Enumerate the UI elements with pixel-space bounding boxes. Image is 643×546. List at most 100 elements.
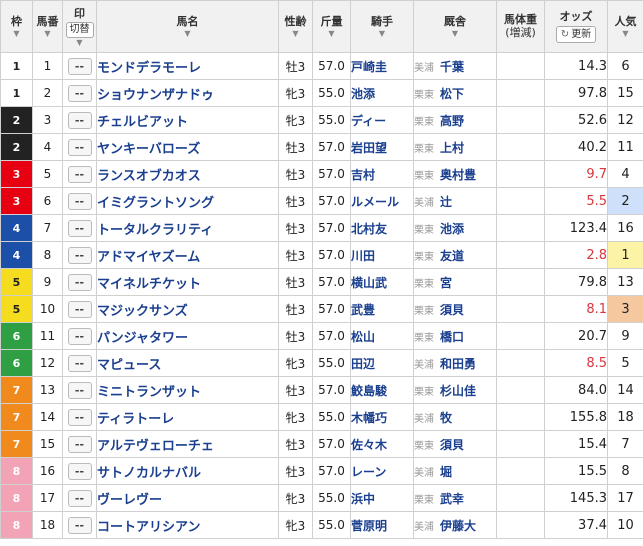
horse-name-link[interactable]: サトノカルナバル (96, 457, 279, 485)
horse-name-link[interactable]: ショウナンザナドゥ (96, 79, 279, 107)
trainer-link[interactable]: 橋口 (440, 330, 464, 344)
trainer-link[interactable]: 須貝 (440, 438, 464, 452)
mark-select-button[interactable]: -- (67, 192, 92, 210)
horse-name-link[interactable]: モンドデラモーレ (96, 52, 279, 80)
jockey-link[interactable]: 松山 (350, 322, 414, 350)
trainer-link[interactable]: 須貝 (440, 303, 464, 317)
jockey-link[interactable]: 北村友 (350, 214, 414, 242)
trainer-link[interactable]: 伊藤大 (440, 519, 476, 533)
mark-toggle-button[interactable]: 切替 (65, 21, 94, 38)
jockey-link[interactable]: 戸崎圭 (350, 52, 414, 80)
horse-name-link[interactable]: ミニトランザット (96, 376, 279, 404)
jockey-link[interactable]: 菅原明 (350, 511, 414, 539)
jockey-link[interactable]: 武豊 (350, 295, 414, 323)
refresh-button[interactable]: ↻ 更新 (555, 26, 597, 43)
trainer-link[interactable]: 上村 (440, 141, 464, 155)
horse-name-link[interactable]: チェルビアット (96, 106, 279, 134)
jockey-link[interactable]: 川田 (350, 241, 414, 269)
jockey-link[interactable]: 木幡巧 (350, 403, 414, 431)
mark-select-button[interactable]: -- (67, 354, 92, 372)
table-row[interactable]: 2 3 -- チェルビアット 牝3 55.0 ディー 栗東 高野 52.6 12 (0, 106, 643, 134)
mark-select-button[interactable]: -- (67, 165, 92, 183)
horse-name-link[interactable]: ティラトーレ (96, 403, 279, 431)
table-row[interactable]: 7 13 -- ミニトランザット 牡3 57.0 鮫島駿 栗東 杉山佳 84.0 14 (0, 376, 643, 404)
header-weight[interactable]: 斤量 ▼ (312, 0, 351, 53)
mark-select-button[interactable]: -- (67, 489, 92, 507)
header-popularity[interactable]: 人気 ▼ (607, 0, 643, 53)
trainer-link[interactable]: 宮 (440, 276, 452, 290)
table-row[interactable]: 1 2 -- ショウナンザナドゥ 牝3 55.0 池添 栗東 松下 97.8 15 (0, 79, 643, 107)
table-row[interactable]: 7 15 -- アルテヴェローチェ 牡3 57.0 佐々木 栗東 須貝 15.4 7 (0, 430, 643, 458)
horse-name-link[interactable]: アルテヴェローチェ (96, 430, 279, 458)
table-row[interactable]: 7 14 -- ティラトーレ 牝3 55.0 木幡巧 美浦牧 155.8 18 (0, 403, 643, 431)
trainer-link[interactable]: 池添 (440, 222, 464, 236)
trainer-link[interactable]: 辻 (440, 195, 452, 209)
mark-select-button[interactable]: -- (67, 111, 92, 129)
mark-select-button[interactable]: -- (67, 435, 92, 453)
header-horse-name[interactable]: 馬名 ▼ (96, 0, 279, 53)
horse-name-link[interactable]: ヤンキーバローズ (96, 133, 279, 161)
trainer-link[interactable]: 和田勇 (440, 357, 476, 371)
header-odds[interactable]: オッズ ↻ 更新 (544, 0, 608, 53)
jockey-link[interactable]: 横山武 (350, 268, 414, 296)
trainer-link[interactable]: 奥村豊 (440, 168, 476, 182)
table-row[interactable]: 8 17 -- ヴーレヴー 牝3 55.0 浜中 栗東 武幸 145.3 17 (0, 484, 643, 512)
table-row[interactable]: 5 9 -- マイネルチケット 牡3 57.0 横山武 栗東宮 79.8 13 (0, 268, 643, 296)
trainer-link[interactable]: 牧 (440, 411, 452, 425)
mark-select-button[interactable]: -- (67, 246, 92, 264)
mark-select-button[interactable]: -- (67, 273, 92, 291)
jockey-link[interactable]: 佐々木 (350, 430, 414, 458)
jockey-link[interactable]: 岩田望 (350, 133, 414, 161)
table-row[interactable]: 6 12 -- マピュース 牝3 55.0 田辺 美浦 和田勇 8.5 5 (0, 349, 643, 377)
table-row[interactable]: 3 6 -- イミグラントソング 牡3 57.0 ルメール 美浦辻 5.5 2 (0, 187, 643, 215)
jockey-link[interactable]: 浜中 (350, 484, 414, 512)
trainer-link[interactable]: 杉山佳 (440, 384, 476, 398)
horse-name-link[interactable]: マピュース (96, 349, 279, 377)
header-stable[interactable]: 厩舎 ▼ (413, 0, 497, 53)
table-row[interactable]: 8 16 -- サトノカルナバル 牡3 57.0 レーン 美浦堀 15.5 8 (0, 457, 643, 485)
mark-select-button[interactable]: -- (67, 300, 92, 318)
header-jockey[interactable]: 騎手 ▼ (350, 0, 414, 53)
table-row[interactable]: 4 8 -- アドマイヤズーム 牡3 57.0 川田 栗東 友道 2.8 1 (0, 241, 643, 269)
jockey-link[interactable]: ディー (350, 106, 414, 134)
horse-name-link[interactable]: マジックサンズ (96, 295, 279, 323)
mark-select-button[interactable]: -- (67, 84, 92, 102)
jockey-link[interactable]: レーン (350, 457, 414, 485)
header-waku[interactable]: 枠 ▼ (0, 0, 33, 53)
horse-name-link[interactable]: マイネルチケット (96, 268, 279, 296)
horse-name-link[interactable]: トータルクラリティ (96, 214, 279, 242)
horse-name-link[interactable]: アドマイヤズーム (96, 241, 279, 269)
trainer-link[interactable]: 友道 (440, 249, 464, 263)
horse-name-link[interactable]: パンジャタワー (96, 322, 279, 350)
mark-select-button[interactable]: -- (67, 381, 92, 399)
table-row[interactable]: 2 4 -- ヤンキーバローズ 牡3 57.0 岩田望 栗東 上村 40.2 11 (0, 133, 643, 161)
table-row[interactable]: 3 5 -- ランスオブカオス 牡3 57.0 吉村 栗東 奥村豊 9.7 4 (0, 160, 643, 188)
trainer-link[interactable]: 松下 (440, 87, 464, 101)
mark-select-button[interactable]: -- (67, 327, 92, 345)
trainer-link[interactable]: 高野 (440, 114, 464, 128)
table-row[interactable]: 5 10 -- マジックサンズ 牡3 57.0 武豊 栗東 須貝 8.1 3 (0, 295, 643, 323)
trainer-link[interactable]: 千葉 (440, 60, 464, 74)
table-row[interactable]: 1 1 -- モンドデラモーレ 牡3 57.0 戸崎圭 美浦 千葉 14.3 6 (0, 52, 643, 80)
mark-select-button[interactable]: -- (67, 516, 92, 534)
mark-select-button[interactable]: -- (67, 408, 92, 426)
mark-select-button[interactable]: -- (67, 462, 92, 480)
horse-name-link[interactable]: イミグラントソング (96, 187, 279, 215)
jockey-link[interactable]: 田辺 (350, 349, 414, 377)
table-row[interactable]: 8 18 -- コートアリシアン 牝3 55.0 菅原明 美浦 伊藤大 37.4 10 (0, 511, 643, 539)
jockey-link[interactable]: 吉村 (350, 160, 414, 188)
table-row[interactable]: 6 11 -- パンジャタワー 牡3 57.0 松山 栗東 橋口 20.7 9 (0, 322, 643, 350)
jockey-link[interactable]: 池添 (350, 79, 414, 107)
horse-name-link[interactable]: ヴーレヴー (96, 484, 279, 512)
horse-name-link[interactable]: コートアリシアン (96, 511, 279, 539)
mark-select-button[interactable]: -- (67, 138, 92, 156)
mark-select-button[interactable]: -- (67, 57, 92, 75)
table-row[interactable]: 4 7 -- トータルクラリティ 牡3 57.0 北村友 栗東 池添 123.4 16 (0, 214, 643, 242)
jockey-link[interactable]: 鮫島駿 (350, 376, 414, 404)
trainer-link[interactable]: 武幸 (440, 492, 464, 506)
header-sexage[interactable]: 性齢 ▼ (278, 0, 313, 53)
horse-name-link[interactable]: ランスオブカオス (96, 160, 279, 188)
trainer-link[interactable]: 堀 (440, 465, 452, 479)
header-umaban[interactable]: 馬番 ▼ (32, 0, 63, 53)
mark-select-button[interactable]: -- (67, 219, 92, 237)
